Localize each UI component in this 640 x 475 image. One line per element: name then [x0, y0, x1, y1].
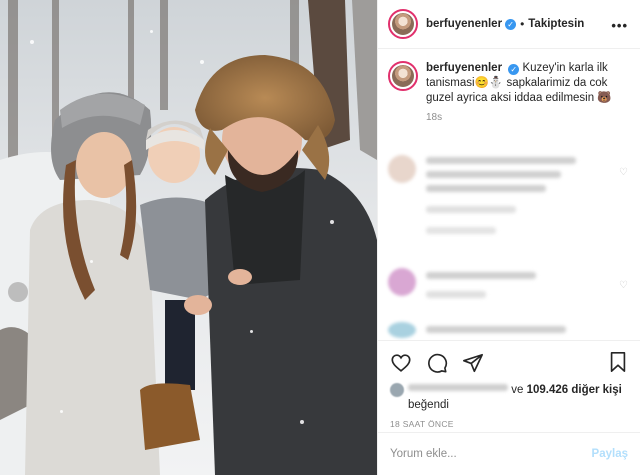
blurred-comment-text [426, 272, 536, 279]
snowflake [300, 420, 304, 424]
likes-summary: ve 109.426 diğer kişi beğendi [390, 383, 628, 413]
blurred-comment-meta [426, 206, 516, 213]
instagram-post: berfuyenenler ✓ • Takiptesin ••• berfuye… [0, 0, 640, 475]
caption-username[interactable]: berfuyenenler [426, 62, 502, 74]
comment-like-icon[interactable]: ♡ [619, 167, 628, 178]
comment-row [378, 322, 640, 340]
action-icons [390, 351, 628, 375]
post-actions: ve 109.426 diğer kişi beğendi 18 SAAT ÖN… [378, 340, 640, 429]
author-avatar[interactable] [388, 9, 418, 39]
post-side-panel: berfuyenenler ✓ • Takiptesin ••• berfuye… [377, 0, 640, 475]
bear-emoji-icon: 🐻 [597, 92, 612, 104]
caption-timestamp: 18s [426, 112, 443, 123]
smile-emoji-icon: 😊 [474, 77, 489, 89]
blurred-liker-name[interactable] [408, 384, 508, 391]
snowflake [330, 220, 334, 224]
snowman-emoji-icon: ⛄ [488, 77, 504, 89]
follow-status-button[interactable]: Takiptesin [528, 18, 584, 30]
post-header: berfuyenenler ✓ • Takiptesin ••• [378, 0, 640, 49]
commenter-avatar[interactable] [388, 155, 416, 183]
blurred-comment-text [426, 157, 576, 164]
separator-dot: • [520, 17, 525, 31]
snowflake [150, 30, 153, 33]
post-comment-button[interactable]: Paylaş [592, 448, 628, 460]
commenter-avatar[interactable] [388, 322, 416, 338]
verified-badge-icon: ✓ [505, 18, 517, 30]
heart-icon[interactable] [390, 352, 412, 374]
author-username[interactable]: berfuyenenler [426, 18, 502, 30]
liker-avatar[interactable] [390, 383, 404, 397]
add-comment-bar: Yorum ekle... Paylaş [378, 432, 640, 475]
verified-badge-icon: ✓ [508, 64, 520, 75]
caption-avatar[interactable] [388, 61, 418, 91]
likes-connector: ve [511, 384, 524, 396]
comment-like-icon[interactable]: ♡ [619, 280, 628, 291]
caption-text-block: berfuyenenler ✓ Kuzey'in karla ilk tanis… [426, 61, 626, 106]
comment-input[interactable]: Yorum ekle... [390, 448, 592, 460]
post-timestamp[interactable]: 18 SAAT ÖNCE [390, 419, 628, 429]
comment-body [426, 272, 536, 305]
snowflake [250, 330, 253, 333]
blurred-view-replies[interactable] [426, 227, 496, 234]
post-caption: berfuyenenler ✓ Kuzey'in karla ilk tanis… [378, 49, 640, 106]
post-photo[interactable] [0, 0, 377, 475]
comment-row: ♡ [378, 155, 640, 241]
blurred-comment-text [426, 185, 546, 192]
bookmark-icon[interactable] [608, 351, 628, 376]
comment-row: ♡ [378, 268, 640, 305]
family-snow-photo [0, 0, 377, 475]
likes-count[interactable]: 109.426 diğer kişi [527, 384, 622, 396]
blurred-comment-text [426, 326, 566, 333]
likes-verb: beğendi [408, 399, 449, 411]
snowflake [200, 60, 204, 64]
snowflake [30, 40, 34, 44]
comment-body [426, 326, 566, 340]
comment-icon[interactable] [426, 352, 448, 374]
likes-text: ve 109.426 diğer kişi beğendi [408, 383, 622, 413]
comment-body [426, 157, 576, 241]
snowflake [60, 410, 63, 413]
commenter-avatar[interactable] [388, 268, 416, 296]
snowflake [90, 260, 93, 263]
more-options-icon[interactable]: ••• [611, 18, 628, 33]
blurred-comment-meta [426, 291, 486, 298]
blurred-comment-text [426, 171, 561, 178]
share-icon[interactable] [462, 352, 484, 374]
